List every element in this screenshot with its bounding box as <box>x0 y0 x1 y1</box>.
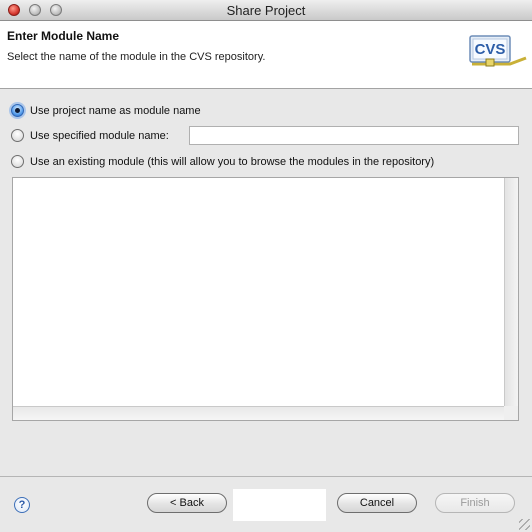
cvs-icon: CVS <box>466 34 528 74</box>
radio-use-specified-name[interactable] <box>11 129 24 142</box>
radio-use-existing-module[interactable] <box>11 155 24 168</box>
module-name-input[interactable] <box>189 126 519 145</box>
resize-grip[interactable] <box>519 519 530 530</box>
window-titlebar: Share Project <box>0 0 532 21</box>
footer-divider <box>0 476 532 477</box>
next-button[interactable] <box>233 489 326 521</box>
option-use-project-name[interactable]: Use project name as module name <box>11 104 201 117</box>
module-browser-list[interactable] <box>12 177 519 421</box>
option-label: Use project name as module name <box>30 104 201 117</box>
help-icon[interactable]: ? <box>14 497 30 513</box>
page-description: Select the name of the module in the CVS… <box>7 51 266 63</box>
wizard-header: Enter Module Name Select the name of the… <box>0 21 532 89</box>
back-button[interactable]: < Back <box>147 493 227 513</box>
cvs-logo-text: CVS <box>475 41 506 58</box>
option-use-existing-module[interactable]: Use an existing module (this will allow … <box>11 155 434 168</box>
window-title: Share Project <box>226 3 306 18</box>
finish-button: Finish <box>435 493 515 513</box>
option-label: Use specified module name: <box>30 129 169 142</box>
radio-use-project-name[interactable] <box>11 104 24 117</box>
cancel-button[interactable]: Cancel <box>337 493 417 513</box>
page-title: Enter Module Name <box>7 29 120 43</box>
option-label: Use an existing module (this will allow … <box>30 155 435 168</box>
option-use-specified-name[interactable]: Use specified module name: <box>11 129 169 142</box>
horizontal-scrollbar[interactable] <box>13 406 504 420</box>
scroll-corner <box>504 406 518 420</box>
vertical-scrollbar[interactable] <box>504 178 518 407</box>
